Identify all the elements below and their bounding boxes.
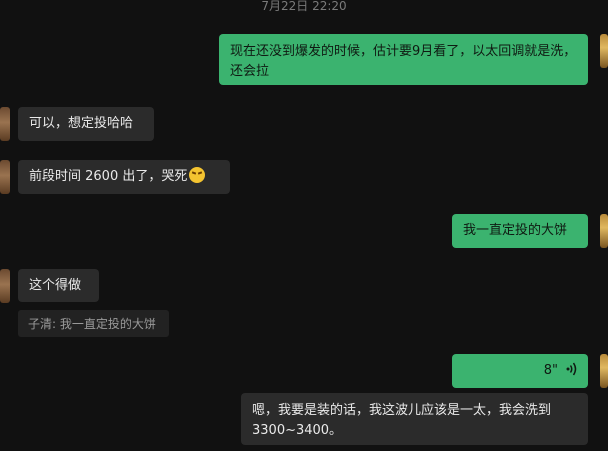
voice-duration: 8"	[543, 363, 558, 378]
message-text: 嗯，我要是装的话，我这波儿应该是一太，我会洗到3300~3400。	[252, 403, 552, 438]
laughing-crying-emoji-icon	[189, 167, 206, 183]
own-avatar[interactable]	[600, 214, 608, 248]
contact-avatar[interactable]	[0, 107, 10, 141]
message-bubble-received[interactable]: 前段时间 2600 出了，哭死	[18, 160, 230, 194]
voice-message-bubble[interactable]: 8"	[452, 354, 588, 388]
message-text: 我一直定投的大饼	[463, 223, 568, 238]
message-bubble-sent[interactable]: 现在还没到爆发的时候，估计要9月看了，以太回调就是洗，还会拉	[219, 34, 588, 85]
message-text: 前段时间 2600 出了，哭死	[29, 169, 188, 184]
contact-avatar[interactable]	[0, 269, 10, 303]
message-bubble-received[interactable]: 这个得做	[18, 269, 99, 302]
message-bubble-received[interactable]: 可以，想定投哈哈	[18, 107, 154, 141]
message-text: 这个得做	[29, 278, 82, 293]
voice-wave-icon	[566, 362, 577, 376]
message-text: 现在还没到爆发的时候，估计要9月看了，以太回调就是洗，还会拉	[230, 44, 577, 79]
message-bubble-received[interactable]: 嗯，我要是装的话，我这波儿应该是一太，我会洗到3300~3400。	[241, 393, 588, 445]
message-bubble-sent[interactable]: 我一直定投的大饼	[452, 214, 588, 248]
quoted-text: 子清: 我一直定投的大饼	[28, 317, 156, 331]
timestamp: 7月22日 22:20	[261, 0, 347, 13]
quoted-message[interactable]: 子清: 我一直定投的大饼	[18, 310, 169, 337]
own-avatar[interactable]	[600, 354, 608, 388]
contact-avatar[interactable]	[0, 160, 10, 194]
message-text: 可以，想定投哈哈	[29, 116, 134, 131]
own-avatar[interactable]	[600, 34, 608, 68]
